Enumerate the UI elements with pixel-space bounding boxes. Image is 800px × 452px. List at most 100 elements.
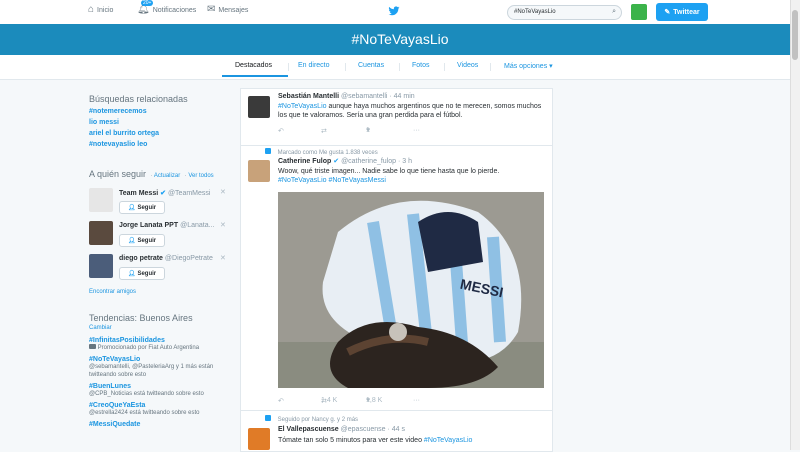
follow-user-icon: 👤︎ [127, 205, 136, 211]
reply-icon[interactable]: ↶ [278, 127, 284, 135]
dismiss-icon[interactable]: ✕ [220, 221, 226, 229]
account-handle: @TeamMessi [167, 190, 211, 197]
avatar[interactable] [248, 160, 270, 182]
account-name: Jorge Lanata PPT [119, 222, 179, 229]
trends-title: Tendencias: Buenos Aires [89, 313, 193, 323]
tweet-author-name[interactable]: Sebastián Mantelli [278, 93, 339, 100]
page-scrollbar[interactable] [790, 0, 800, 450]
view-all-link[interactable]: Ver todos [188, 173, 213, 179]
tab-destacados[interactable]: Destacados [235, 62, 272, 69]
change-trends-link[interactable]: Cambiar [89, 325, 229, 331]
search-icon[interactable]: ⌕ [612, 8, 616, 16]
tweet-text: #NoTeVayasLio aunque haya muchos argenti… [278, 102, 543, 120]
who-to-follow-title: A quién seguir [89, 169, 147, 179]
nav-notifications[interactable]: 🔔︎ 20+ Notificaciones [137, 0, 196, 15]
nav-home-label: Inicio [97, 6, 114, 14]
nav-messages[interactable]: ✉ Mensajes [207, 5, 248, 15]
follow-button-label: Seguir [137, 237, 157, 244]
find-friends-link[interactable]: Encontrar amigos [89, 289, 229, 295]
tab-cuentas[interactable]: Cuentas [358, 62, 384, 69]
active-tab-indicator [222, 75, 288, 77]
hashtag-link[interactable]: #NoTeVayasLio [424, 437, 473, 444]
nav-home[interactable]: ⌂ Inicio [88, 5, 113, 15]
promoted-icon [89, 344, 96, 349]
trend-item[interactable]: #NoTeVayasLio [89, 356, 229, 363]
hashtag-link[interactable]: #NoTeVayasLio [278, 103, 327, 110]
tab-more-options[interactable]: Más opciones ▾ [504, 62, 553, 70]
refresh-link[interactable]: Actualizar [154, 173, 180, 179]
follow-button-label: Seguir [137, 270, 157, 277]
nav-messages-label: Mensajes [218, 6, 249, 14]
account-name-line[interactable]: Jorge Lanata PPT @Lanata... [119, 222, 214, 229]
tweet-header: Catherine Fulop ✔ @catherine_fulop · 3 h [278, 157, 412, 165]
avatar[interactable] [248, 428, 270, 450]
tweet-photo[interactable]: MESSI [278, 192, 544, 388]
avatar[interactable] [89, 254, 113, 278]
tab-divider [490, 63, 491, 71]
tweet-header: El Vallepascuense @epascuense · 44 s [278, 426, 405, 433]
notifications-badge: 20+ [141, 0, 154, 6]
related-search-link[interactable]: lio messi [89, 119, 229, 126]
follow-user-icon: 👤︎ [127, 238, 136, 244]
tab-en-directo[interactable]: En directo [298, 62, 330, 69]
retweet-icon[interactable]: ⇄ [321, 127, 327, 135]
follow-suggestion: Jorge Lanata PPT @Lanata... ✕ 👤︎ Seguir [89, 221, 229, 254]
more-icon[interactable]: ··· [413, 127, 420, 134]
follow-button[interactable]: 👤︎ Seguir [119, 234, 165, 247]
tweet-text-content: Woow, qué triste imagen... Nadie sabe lo… [278, 168, 500, 175]
trend-item[interactable]: #MessiQuedate [89, 421, 229, 428]
tweet-author-handle[interactable]: @sebamantelli · 44 min [341, 93, 415, 100]
tweet-header: Sebastián Mantelli @sebamantelli · 44 mi… [278, 93, 415, 100]
top-navigation-bar: ⌂ Inicio 🔔︎ 20+ Notificaciones ✉ Mensaje… [0, 0, 800, 25]
chevron-down-icon: ▾ [549, 63, 553, 70]
follow-button-label: Seguir [137, 204, 157, 211]
tab-divider [345, 63, 346, 71]
account-name: Team Messi [119, 190, 159, 197]
tweet-author-name[interactable]: Catherine Fulop [278, 158, 331, 165]
tweet-author-name[interactable]: El Vallepascuense [278, 426, 339, 433]
trend-item[interactable]: #CreoQueYaEsta [89, 402, 229, 409]
tab-fotos[interactable]: Fotos [412, 62, 430, 69]
search-title: #NoTeVayasLio [351, 31, 449, 47]
dismiss-icon[interactable]: ✕ [220, 254, 226, 262]
tab-videos[interactable]: Videos [457, 62, 478, 69]
verified-icon: ✔ [160, 190, 166, 197]
tweet-author-handle[interactable]: @catherine_fulop · 3 h [341, 158, 412, 165]
hashtag-link[interactable]: #NoTeVayasLio #NoTeVayasMessi [278, 177, 386, 184]
more-icon[interactable]: ··· [413, 397, 420, 404]
tweet-context-text: Marcado como Me gusta 1.838 veces [277, 150, 378, 156]
avatar[interactable] [89, 188, 113, 212]
follow-button[interactable]: 👤︎ Seguir [119, 267, 165, 280]
account-handle: @Lanata... [180, 222, 215, 229]
dismiss-icon[interactable]: ✕ [220, 188, 226, 196]
tweet-author-handle[interactable]: @epascuense · 44 s [341, 426, 405, 433]
envelope-icon: ✉ [207, 4, 216, 15]
tweet[interactable]: Marcado como Me gusta 1.838 veces Cather… [241, 145, 552, 411]
tweet[interactable]: Seguido por Nancy g. y 2 más El Vallepas… [241, 410, 552, 451]
search-tabs: Destacados En directo Cuentas Fotos Vide… [0, 55, 800, 80]
tweet-button[interactable]: ✎ Twittear [656, 3, 708, 21]
bell-icon: 🔔︎ [137, 4, 150, 15]
twitter-bird-icon[interactable] [388, 5, 400, 17]
scrollbar-thumb[interactable] [792, 10, 798, 60]
account-name-line[interactable]: diego petrate @DiegoPetrate [119, 255, 213, 262]
follow-button[interactable]: 👤︎ Seguir [119, 201, 165, 214]
trend-item[interactable]: #InfinitasPosibilidades [89, 337, 229, 344]
related-searches-title: Búsquedas relacionadas [89, 94, 188, 104]
search-input[interactable]: #NoTeVayasLio ⌕ [507, 5, 622, 20]
follow-suggestion: Team Messi ✔ @TeamMessi ✕ 👤︎ Seguir [89, 188, 229, 221]
related-search-link[interactable]: #notemerecemos [89, 108, 229, 115]
reply-icon[interactable]: ↶ [278, 397, 284, 405]
account-name-line[interactable]: Team Messi ✔ @TeamMessi [119, 189, 210, 197]
related-search-link[interactable]: #notevayaslio leo [89, 141, 229, 148]
trend-item[interactable]: #BuenLunes [89, 383, 229, 390]
avatar[interactable] [89, 221, 113, 245]
user-avatar[interactable] [631, 4, 647, 20]
tweet[interactable]: Sebastián Mantelli @sebamantelli · 44 mi… [241, 89, 552, 146]
verified-icon: ✔ [333, 158, 340, 165]
related-search-link[interactable]: ariel el burrito ortega [89, 130, 229, 137]
tweet-button-label: Twittear [673, 8, 700, 16]
avatar[interactable] [248, 96, 270, 118]
tab-divider [288, 63, 289, 71]
tweet-context-text: Seguido por Nancy g. y 2 más [277, 417, 359, 423]
